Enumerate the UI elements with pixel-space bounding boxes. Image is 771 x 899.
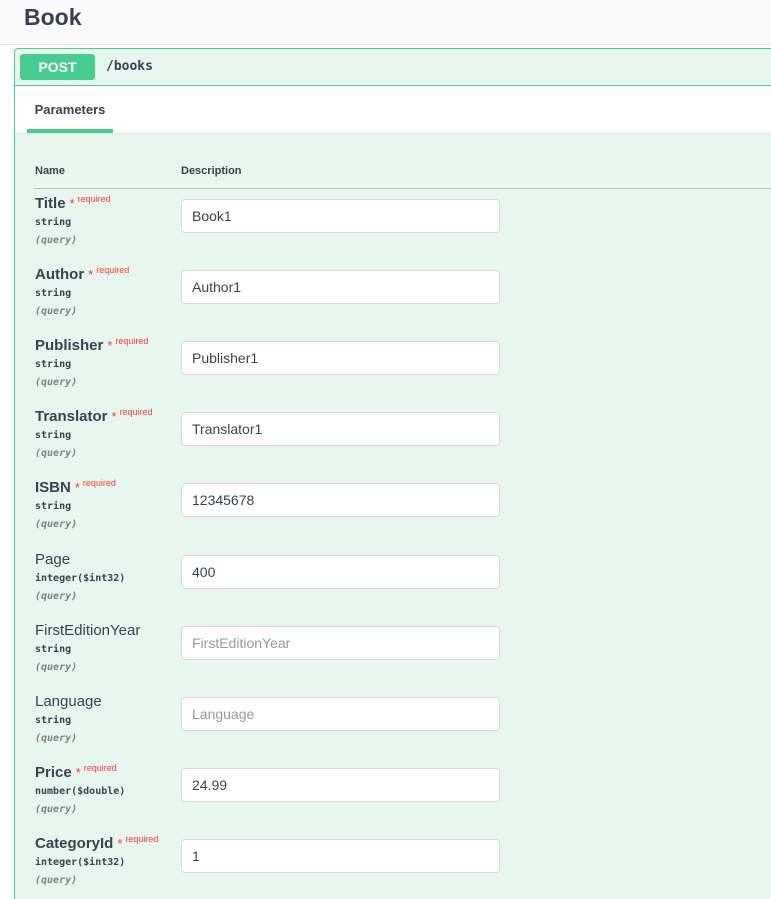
parameter-location: (query) — [35, 590, 78, 602]
parameter-row-author: Author * required string (query) — [35, 265, 771, 336]
parameter-name-text: Language — [35, 692, 102, 710]
section-header[interactable]: Book — [0, 0, 771, 45]
required-label: required — [77, 194, 111, 204]
operation-block-post-books: POST /books Parameters Name Description … — [14, 48, 771, 899]
parameter-name: Page — [35, 551, 70, 568]
parameter-location: (query) — [35, 732, 78, 744]
parameter-type: string — [35, 714, 72, 726]
required-asterisk: * — [75, 764, 81, 780]
parameter-location: (query) — [35, 661, 78, 673]
required-label: required — [115, 336, 149, 347]
parameter-input-author[interactable] — [181, 270, 500, 305]
parameter-row-categoryid: CategoryId * required integer($int32) (query… — [35, 833, 771, 899]
parameter-input-language[interactable] — [181, 696, 500, 731]
parameter-row-isbn: ISBN * required string (query) — [35, 478, 771, 549]
parameter-input-title[interactable] — [181, 199, 500, 233]
parameter-row-language: Language string (query) — [35, 693, 771, 763]
method-badge: POST — [20, 54, 95, 80]
parameter-type: string — [35, 217, 72, 228]
parameter-type: integer($int32) — [35, 572, 126, 584]
parameter-name-text: Price — [35, 763, 72, 781]
parameter-name: Author * required — [35, 265, 130, 284]
required-label: required — [119, 407, 153, 418]
required-asterisk: * — [117, 835, 123, 851]
parameter-location: (query) — [35, 306, 78, 318]
parameter-location: (query) — [35, 235, 78, 246]
section-title[interactable]: Book — [24, 4, 82, 31]
parameter-name-text: ISBN — [35, 479, 71, 497]
parameter-row-publisher: Publisher * required string (query) — [35, 336, 771, 407]
parameters-table-header: Name Description — [34, 162, 771, 189]
operation-summary[interactable]: POST /books — [15, 49, 771, 86]
parameter-input-publisher[interactable] — [181, 341, 500, 376]
required-asterisk: * — [69, 196, 75, 211]
parameter-type: string — [35, 643, 72, 655]
parameter-row-price: Price * required number($double) (query) — [35, 762, 771, 834]
swagger-page: Book POST /books Parameters Name Descrip… — [0, 0, 771, 899]
parameter-name-text: Page — [35, 550, 71, 568]
parameter-input-price[interactable] — [181, 767, 500, 802]
parameter-input-firsteditionyear[interactable] — [181, 625, 500, 660]
active-tab-indicator — [27, 129, 113, 133]
parameter-row-translator: Translator * required string (query) — [35, 407, 771, 478]
parameter-type: string — [35, 288, 72, 300]
column-header-name: Name — [35, 165, 65, 177]
parameter-location: (query) — [35, 874, 78, 886]
parameter-location: (query) — [35, 448, 78, 460]
column-header-description: Description — [181, 165, 242, 177]
parameter-type: number($double) — [35, 785, 126, 797]
parameter-name-text: Title — [35, 195, 66, 212]
parameter-type: string — [35, 501, 72, 513]
parameter-name: Translator * required — [35, 407, 153, 426]
parameter-row-title: Title * required string (query) — [35, 194, 771, 265]
parameter-name: Language — [35, 693, 102, 710]
parameter-location: (query) — [35, 377, 78, 389]
parameter-input-page[interactable] — [181, 554, 500, 589]
parameter-name-text: Translator — [35, 408, 108, 426]
parameter-name: CategoryId * required — [35, 833, 159, 852]
parameter-row-page: Page integer($int32) (query) — [35, 551, 771, 621]
required-asterisk: * — [88, 267, 94, 283]
parameter-type: string — [35, 359, 72, 371]
tab-parameters[interactable]: Parameters — [27, 86, 113, 132]
required-label: required — [125, 833, 159, 844]
required-asterisk: * — [107, 338, 113, 354]
parameter-input-categoryid[interactable] — [181, 838, 500, 873]
parameter-name: Price * required — [35, 762, 117, 781]
required-label: required — [83, 762, 117, 773]
parameter-name-text: Publisher — [35, 337, 104, 355]
endpoint-path: /books — [106, 59, 153, 74]
required-label: required — [96, 265, 130, 276]
parameter-location: (query) — [35, 803, 78, 815]
parameter-location: (query) — [35, 519, 78, 531]
parameter-type: integer($int32) — [35, 856, 126, 868]
parameter-name-text: FirstEditionYear — [35, 621, 141, 639]
required-asterisk: * — [111, 409, 117, 425]
parameter-name: ISBN * required — [35, 478, 116, 497]
required-label: required — [82, 478, 116, 489]
required-asterisk: * — [74, 480, 80, 496]
parameter-input-translator[interactable] — [181, 412, 500, 447]
parameter-name: Title * required — [35, 194, 111, 212]
parameter-name-text: Author — [35, 266, 85, 284]
parameter-input-isbn[interactable] — [181, 483, 500, 518]
parameter-name: FirstEditionYear — [35, 622, 140, 639]
parameter-row-firsteditionyear: FirstEditionYear string (query) — [35, 622, 771, 692]
parameter-type: string — [35, 430, 72, 442]
parameter-name-text: CategoryId — [35, 834, 114, 852]
tab-bar: Parameters — [15, 86, 771, 134]
parameter-name: Publisher * required — [35, 336, 149, 355]
